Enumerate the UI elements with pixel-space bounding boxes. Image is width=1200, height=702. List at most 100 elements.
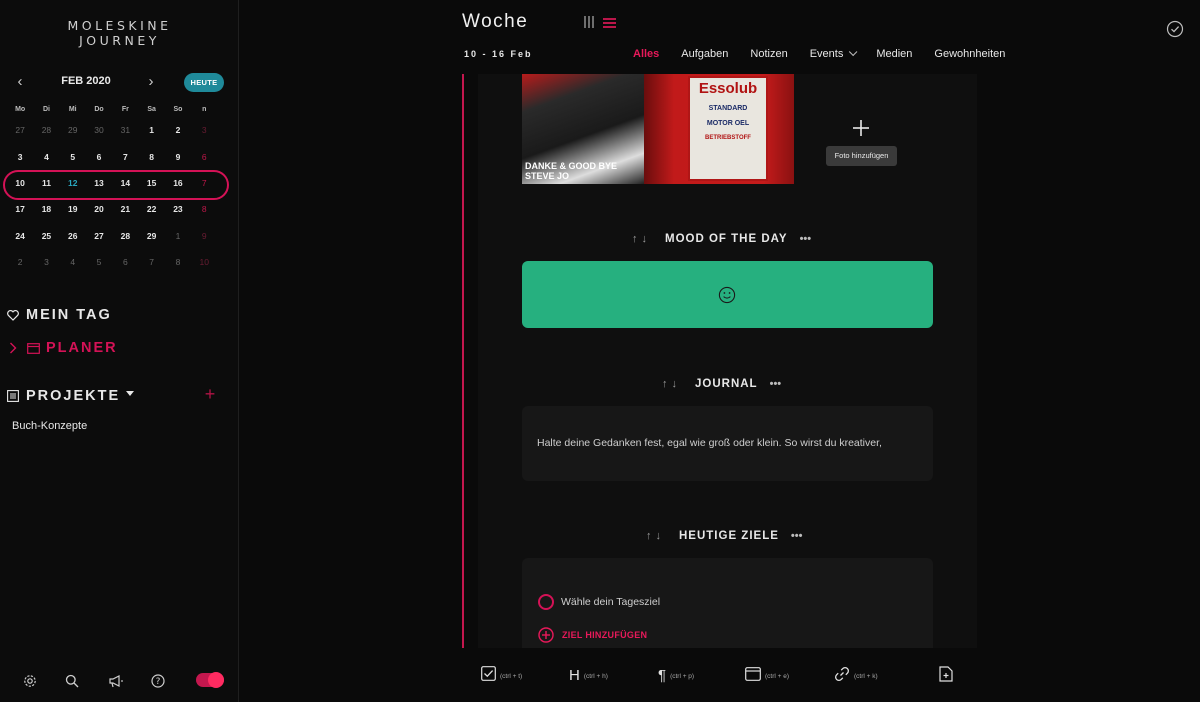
caret-down-icon[interactable]: [126, 391, 134, 396]
calendar-day[interactable]: 22: [138, 204, 164, 214]
calendar-day[interactable]: 27: [86, 231, 112, 241]
list-icon: [6, 389, 20, 403]
app-logo: MOLESKINE JOURNEY: [0, 18, 239, 48]
goal-checkbox[interactable]: [538, 594, 554, 610]
nav-projekte[interactable]: PROJEKTE: [6, 386, 120, 406]
theme-toggle[interactable]: [196, 672, 224, 688]
add-photo-icon[interactable]: [851, 118, 871, 138]
add-file-button[interactable]: [939, 664, 953, 688]
file-add-icon: [939, 665, 953, 687]
today-button[interactable]: HEUTE: [184, 73, 224, 92]
calendar-day[interactable]: 20: [86, 204, 112, 214]
section-goals-header: ↑↓ HEUTIGE ZIELE •••: [646, 530, 802, 542]
calendar-day[interactable]: 28: [112, 231, 138, 241]
shortcut-label: (ctrl + e): [765, 672, 790, 680]
reorder-arrows-icon[interactable]: ↑↓: [632, 233, 651, 245]
calendar-day[interactable]: 29: [60, 125, 86, 135]
logo-line-1: MOLESKINE: [67, 18, 172, 33]
photo-sign: Essolub STANDARD MOTOR OEL BETRIEBSTOFF: [688, 76, 768, 181]
calendar-day[interactable]: 8: [138, 152, 164, 162]
weekday-label: So: [173, 106, 183, 113]
add-circle-icon[interactable]: [538, 627, 554, 643]
calendar-day[interactable]: 3: [33, 257, 59, 267]
calendar-day[interactable]: 27: [7, 125, 33, 135]
calendar-day[interactable]: 9: [165, 152, 191, 162]
calendar-day[interactable]: 30: [86, 125, 112, 135]
calendar-day[interactable]: 2: [165, 125, 191, 135]
help-icon[interactable]: ?: [149, 670, 167, 692]
nav-mein-tag-label: MEIN TAG: [26, 307, 112, 323]
add-project-icon[interactable]: +: [202, 385, 218, 403]
prev-month-icon[interactable]: ‹: [13, 72, 27, 94]
calendar-day[interactable]: 8: [165, 257, 191, 267]
journal-placeholder: Halte deine Gedanken fest, egal wie groß…: [537, 437, 882, 449]
mood-picker[interactable]: [522, 261, 933, 328]
calendar-day[interactable]: 28: [33, 125, 59, 135]
add-heading-button[interactable]: H (ctrl + h): [569, 664, 608, 688]
calendar-day[interactable]: 21: [112, 204, 138, 214]
calendar-day[interactable]: 24: [7, 231, 33, 241]
calendar-day[interactable]: 6: [112, 257, 138, 267]
calendar-day[interactable]: 4: [33, 152, 59, 162]
tab-events[interactable]: Events: [809, 47, 858, 60]
tab-medien[interactable]: Medien: [876, 48, 912, 60]
tab-gewohnheiten[interactable]: Gewohnheiten: [934, 48, 1005, 60]
calendar-day[interactable]: 31: [112, 125, 138, 135]
week-number-header: n: [202, 106, 207, 113]
calendar-day[interactable]: 5: [60, 152, 86, 162]
tab-aufgaben[interactable]: Aufgaben: [681, 48, 728, 60]
calendar-header: ‹ FEB 2020 › HEUTE: [0, 72, 239, 94]
reorder-arrows-icon[interactable]: ↑↓: [662, 378, 681, 390]
calendar-day[interactable]: 1: [138, 125, 164, 135]
check-circle-icon[interactable]: [1166, 20, 1184, 38]
reorder-arrows-icon[interactable]: ↑↓: [646, 530, 665, 542]
calendar-day[interactable]: 19: [60, 204, 86, 214]
shortcut-label: (ctrl + h): [583, 672, 608, 680]
week-number: 9: [201, 230, 207, 241]
calendar-week-row: 2 3 4 5 6 7 8 10: [7, 249, 224, 275]
calendar-day[interactable]: 1: [165, 231, 191, 241]
add-link-button[interactable]: (ctrl + k): [834, 664, 878, 688]
search-icon[interactable]: [63, 670, 81, 692]
photo-thumbnail[interactable]: DANKE & GOOD BYE STEVE JO: [522, 74, 644, 184]
nav-planer[interactable]: PLANER: [6, 338, 118, 358]
nav-mein-tag[interactable]: MEIN TAG: [6, 305, 112, 325]
journal-entry[interactable]: Halte deine Gedanken fest, egal wie groß…: [522, 406, 933, 481]
project-item[interactable]: Buch-Konzepte: [12, 420, 87, 432]
goal-placeholder[interactable]: Wähle dein Tagesziel: [561, 596, 660, 608]
photo-thumbnail[interactable]: Essolub STANDARD MOTOR OEL BETRIEBSTOFF: [644, 74, 794, 184]
calendar-day[interactable]: 5: [86, 257, 112, 267]
checkbox-icon: [481, 666, 496, 686]
calendar-day[interactable]: 4: [60, 257, 86, 267]
calendar-day[interactable]: 7: [138, 257, 164, 267]
add-goal-button[interactable]: ZIEL HINZUFÜGEN: [562, 630, 647, 640]
next-month-icon[interactable]: ›: [144, 72, 158, 94]
shortcut-label: (ctrl + k): [854, 672, 878, 680]
more-options-icon[interactable]: •••: [791, 530, 803, 542]
calendar-day[interactable]: 25: [33, 231, 59, 241]
weekday-label: Mi: [68, 106, 77, 113]
list-view-icon[interactable]: [603, 16, 616, 28]
more-options-icon[interactable]: •••: [770, 378, 782, 390]
gear-icon[interactable]: [21, 670, 39, 692]
columns-view-icon[interactable]: [583, 15, 595, 29]
calendar-day[interactable]: 26: [60, 231, 86, 241]
calendar-day[interactable]: 18: [33, 204, 59, 214]
calendar-day[interactable]: 3: [7, 152, 33, 162]
add-event-button[interactable]: (ctrl + e): [745, 664, 789, 688]
add-task-button[interactable]: (ctrl + t): [481, 664, 522, 688]
calendar-day[interactable]: 23: [165, 204, 191, 214]
photo-sign-line: STANDARD: [708, 105, 748, 112]
smiley-icon: [718, 286, 736, 304]
calendar-day[interactable]: 2: [7, 257, 33, 267]
calendar-day[interactable]: 6: [86, 152, 112, 162]
tab-alles[interactable]: Alles: [633, 48, 659, 60]
tab-events-label: Events: [809, 48, 844, 60]
calendar-day[interactable]: 29: [138, 231, 164, 241]
megaphone-icon[interactable]: [107, 670, 125, 692]
tab-notizen[interactable]: Notizen: [750, 48, 787, 60]
more-options-icon[interactable]: •••: [800, 233, 812, 245]
calendar-day[interactable]: 17: [7, 204, 33, 214]
calendar-day[interactable]: 7: [112, 152, 138, 162]
add-paragraph-button[interactable]: ¶ (ctrl + p): [658, 664, 694, 688]
